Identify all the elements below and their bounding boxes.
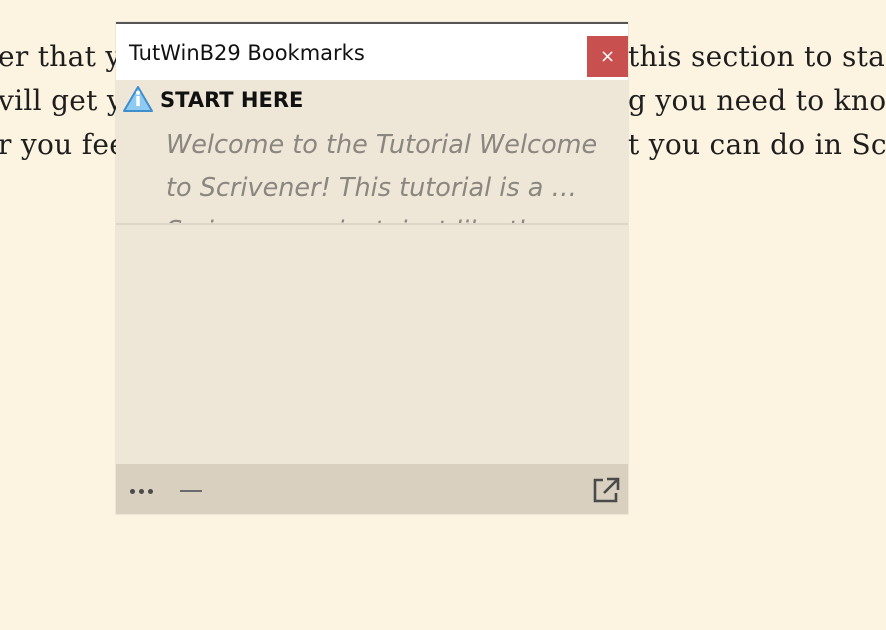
- more-icon: [139, 489, 144, 494]
- minimize-button[interactable]: [178, 476, 204, 502]
- info-warning-icon: [123, 86, 153, 112]
- more-icon: [148, 489, 153, 494]
- close-icon: ×: [599, 46, 616, 67]
- panel-title: TutWinB29 Bookmarks: [129, 41, 365, 65]
- editor-text: g you need to kno: [628, 84, 886, 117]
- bookmark-preview[interactable]: Welcome to the Tutorial Welcome to Scriv…: [166, 124, 616, 224]
- editor-text: r you fee: [0, 128, 127, 161]
- editor-text: er that y: [0, 40, 122, 73]
- popout-icon[interactable]: [590, 474, 622, 506]
- divider: [116, 223, 628, 225]
- editor-text: this section to sta: [628, 40, 886, 73]
- more-icon: [130, 489, 135, 494]
- panel-titlebar[interactable]: TutWinB29 Bookmarks ×: [116, 24, 628, 80]
- bookmarks-panel: TutWinB29 Bookmarks × START HERE Welcome…: [116, 22, 628, 514]
- bookmark-title[interactable]: START HERE: [160, 88, 303, 112]
- more-button[interactable]: [128, 478, 158, 502]
- close-button[interactable]: ×: [587, 36, 628, 77]
- editor-text: t you can do in Sc: [628, 128, 886, 161]
- editor-text: vill get y: [0, 84, 124, 117]
- panel-footer: [116, 464, 628, 514]
